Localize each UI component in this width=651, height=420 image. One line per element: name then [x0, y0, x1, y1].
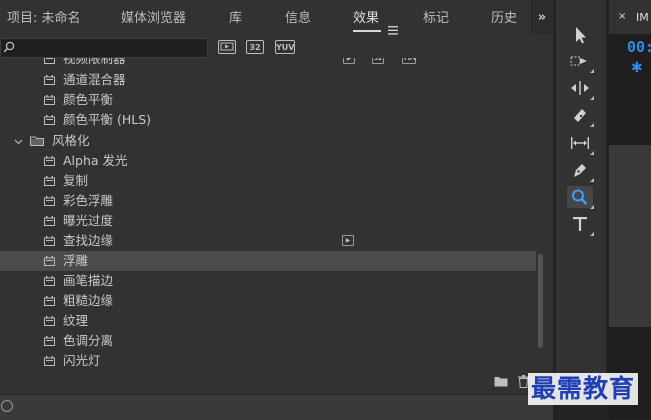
razor-tool[interactable] — [567, 104, 594, 127]
tab-history[interactable]: 历史 — [491, 0, 519, 34]
tab-project[interactable]: 项目: 未命名 — [7, 0, 81, 34]
tools-panel — [556, 0, 606, 394]
tab-program-monitor[interactable]: IM — [636, 11, 649, 24]
list-item[interactable]: 通道混合器 — [0, 70, 536, 90]
list-item[interactable]: 色调分离 — [0, 331, 536, 351]
zoom-icon — [572, 189, 588, 205]
effect-icon — [44, 356, 55, 366]
timecode-display[interactable]: 00: — [627, 38, 651, 56]
effect-icon — [44, 336, 55, 346]
monitor-tab-bar: × IM — [609, 0, 651, 34]
folder-item[interactable]: 风格化 — [0, 131, 536, 151]
search-input[interactable] — [0, 38, 208, 58]
ripple-edit-icon — [571, 81, 589, 95]
list-item[interactable]: 粗糙边缘 — [0, 291, 536, 311]
slip-icon — [571, 137, 589, 149]
tab-effects[interactable]: 效果 — [353, 0, 398, 35]
tab-overflow-button[interactable]: » — [531, 0, 553, 34]
list-item[interactable]: 视频限制器 ▶ 32 YUV — [0, 58, 536, 69]
ripple-edit-tool[interactable] — [567, 77, 594, 100]
status-indicator-icon[interactable] — [1, 400, 13, 412]
panel-tab-bar: 项目: 未命名 媒体浏览器 库 信息 效果 标记 历史 » — [0, 0, 553, 35]
tab-media-browser[interactable]: 媒体浏览器 — [121, 0, 186, 34]
pen-icon — [574, 164, 586, 177]
effect-icon — [44, 296, 55, 306]
effect-icon — [44, 115, 55, 125]
active-tab-underline — [353, 30, 382, 32]
list-item[interactable]: 曝光过度 — [0, 211, 536, 231]
tab-info[interactable]: 信息 — [285, 0, 311, 34]
effect-icon — [44, 236, 55, 246]
32bit-filter[interactable]: 32 — [246, 40, 264, 54]
effects-list: 视频限制器 ▶ 32 YUV 通道混合器 颜色平衡 颜色平衡 (HLS) 风格化… — [0, 58, 536, 372]
status-footer — [0, 394, 553, 420]
zoom-tool[interactable] — [567, 186, 594, 209]
effect-icon — [44, 196, 55, 206]
yuv-filter[interactable]: YUV — [275, 40, 295, 54]
tab-markers[interactable]: 标记 — [423, 0, 449, 34]
list-item-selected[interactable]: 浮雕 — [0, 251, 536, 271]
list-item[interactable]: 闪光灯 — [0, 351, 536, 371]
folder-icon — [30, 136, 44, 146]
effect-icon — [44, 256, 55, 266]
search-icon — [3, 41, 15, 53]
effects-bottom-bar — [0, 372, 553, 394]
tab-libraries[interactable]: 库 — [229, 0, 242, 34]
pen-tool[interactable] — [567, 159, 594, 182]
list-item[interactable]: 画笔描边 — [0, 271, 536, 291]
type-icon — [573, 217, 587, 231]
new-folder-icon[interactable] — [494, 376, 508, 387]
settings-star-icon[interactable]: ✱ — [631, 60, 643, 76]
effect-icon — [44, 95, 55, 105]
track-select-icon — [570, 56, 587, 66]
close-icon[interactable]: × — [618, 11, 626, 22]
32bit-badge: 32 — [372, 58, 384, 64]
slip-tool[interactable] — [567, 132, 594, 155]
list-item[interactable]: 复制 — [0, 171, 536, 191]
accelerated-badge: ▶ — [343, 58, 355, 64]
effect-icon — [44, 75, 55, 85]
arrow-icon — [576, 27, 586, 44]
watermark-text: 最需教育 — [528, 373, 639, 405]
effect-icon — [44, 276, 55, 286]
effect-icon — [44, 58, 55, 64]
list-item[interactable]: 颜色平衡 (HLS) — [0, 110, 536, 130]
program-monitor-panel: × IM 00: ✱ — [609, 0, 651, 419]
effect-icon — [44, 176, 55, 186]
monitor-video-area — [609, 145, 651, 327]
chevron-down-icon[interactable] — [14, 131, 23, 153]
track-select-tool[interactable] — [567, 50, 594, 73]
list-scrollbar[interactable] — [536, 58, 546, 372]
list-item[interactable]: 彩色浮雕 — [0, 191, 536, 211]
razor-icon — [574, 109, 586, 122]
accelerated-effects-filter[interactable] — [218, 40, 236, 54]
effect-icon — [44, 156, 55, 166]
selection-tool[interactable] — [567, 24, 593, 46]
effect-icon — [44, 316, 55, 326]
effects-panel: 项目: 未命名 媒体浏览器 库 信息 效果 标记 历史 » 32 YUV 视频限… — [0, 0, 553, 420]
type-tool[interactable] — [567, 213, 594, 236]
list-item[interactable]: 纹理 — [0, 311, 536, 331]
accelerated-badge: ▶ — [342, 235, 354, 246]
list-item[interactable]: 颜色平衡 — [0, 90, 536, 110]
list-item[interactable]: 查找边缘 ▶ — [0, 231, 536, 251]
effect-icon — [44, 216, 55, 226]
scrollbar-thumb[interactable] — [538, 254, 543, 348]
yuv-badge: YUV — [402, 58, 417, 64]
list-item[interactable]: Alpha 发光 — [0, 151, 536, 171]
search-row: 32 YUV — [0, 35, 553, 59]
